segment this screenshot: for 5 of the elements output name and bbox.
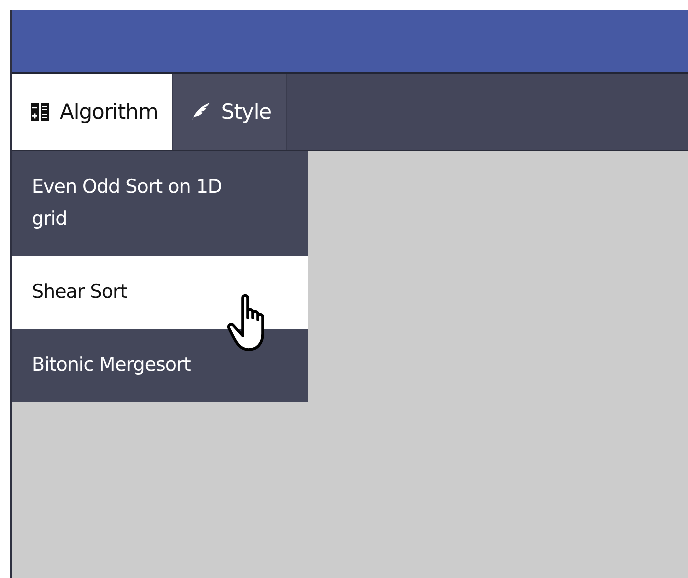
tab[interactable]: Style — [173, 74, 287, 150]
menu-item[interactable]: Bitonic Mergesort — [12, 329, 308, 402]
tab[interactable]: Algorithm — [12, 74, 174, 150]
calculator-icon — [30, 102, 50, 122]
menu-item[interactable]: Even Odd Sort on 1D grid — [12, 151, 308, 256]
